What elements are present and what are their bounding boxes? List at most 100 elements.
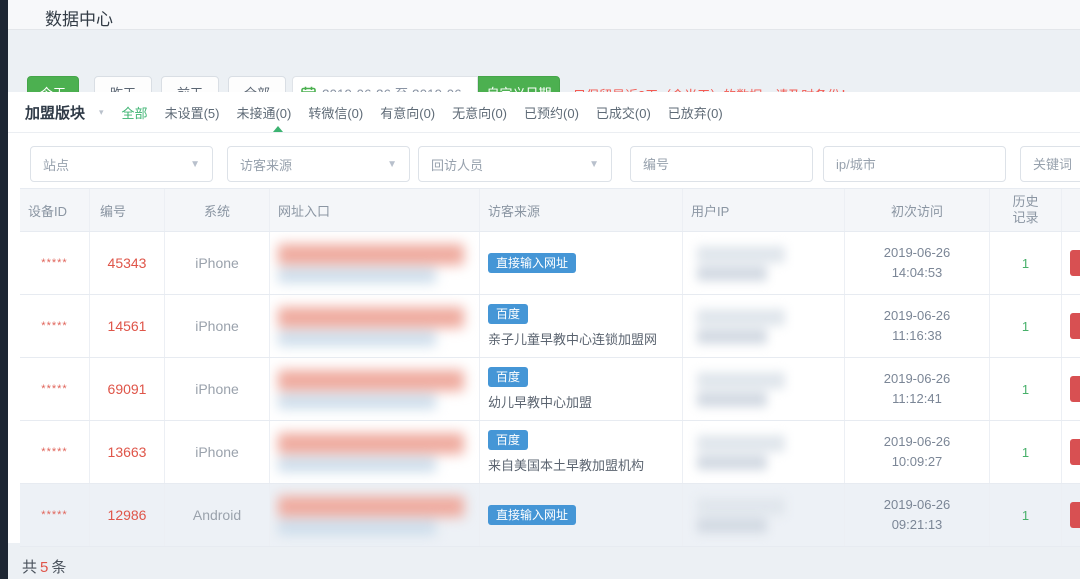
first-visit-time: 2019-06-2609:21:13	[884, 495, 951, 535]
url-entry-cell	[270, 295, 480, 357]
table-row: ***** 12986 Android 直接输入网址 2019-06-2609:21:1…	[20, 484, 1080, 547]
number-filter-input[interactable]	[630, 146, 813, 182]
content-card: 加盟版块 ▾ 全部未设置(5) 未接通(0) 转微信(0) 有意向(0) 无意向(0) 已…	[8, 92, 1080, 543]
table-row: ***** 13663 iPhone 百度来自美国本土早教加盟机构 2019-06-26…	[20, 421, 1080, 484]
action-button-clipped[interactable]	[1070, 502, 1080, 528]
visitor-number: 69091	[108, 381, 147, 397]
device-id-cell: *****	[20, 484, 90, 546]
tab-8[interactable]: 已放弃(0)	[668, 103, 723, 122]
source-tag-badge: 百度	[488, 430, 528, 450]
system-name: iPhone	[195, 444, 239, 460]
url-entry-cell	[270, 358, 480, 420]
status-tabs: 全部未设置(5) 未接通(0) 转微信(0) 有意向(0) 无意向(0) 已预约(0) 已成…	[122, 103, 723, 122]
redacted-url-blur	[278, 244, 464, 283]
visitor-source-filter-label: 访客来源	[240, 155, 292, 174]
section-caret-icon: ▾	[99, 107, 104, 118]
system-name: Android	[193, 507, 241, 523]
visit-time: 10:09:27	[884, 452, 951, 472]
ip-city-filter-input[interactable]	[823, 146, 1006, 182]
source-wrap: 百度幼儿早教中心加盟	[488, 367, 592, 411]
history-count: 1	[1022, 382, 1029, 397]
action-button-clipped[interactable]	[1070, 439, 1080, 465]
column-header-label: 历史记录	[1010, 194, 1042, 227]
number-cell: 69091	[90, 358, 165, 420]
total-count-text: 共5条	[22, 556, 66, 577]
redacted-url-blur	[278, 307, 464, 346]
redacted-url-blur	[278, 370, 464, 409]
user-ip-cell	[683, 232, 845, 294]
history-cell: 1	[990, 358, 1062, 420]
action-cell	[1062, 484, 1080, 546]
column-header-label: 初次访问	[891, 201, 943, 220]
source-wrap: 百度来自美国本土早教加盟机构	[488, 430, 644, 474]
first-visit-cell: 2019-06-2611:16:38	[845, 295, 990, 357]
number-cell: 13663	[90, 421, 165, 483]
keyword-filter-input[interactable]	[1020, 146, 1080, 182]
tab-6[interactable]: 已预约(0)	[524, 103, 579, 122]
redacted-url-blur	[278, 433, 464, 472]
visit-date: 2019-06-26	[884, 243, 951, 263]
device-id-masked: *****	[41, 320, 67, 332]
source-keyword-text: 幼儿早教中心加盟	[488, 392, 592, 411]
tab-2[interactable]: 未接通(0)	[236, 103, 291, 122]
device-id-masked: *****	[41, 509, 67, 521]
history-count: 1	[1022, 445, 1029, 460]
device-id-cell: *****	[20, 295, 90, 357]
action-cell	[1062, 421, 1080, 483]
action-button-clipped[interactable]	[1070, 250, 1080, 276]
history-count: 1	[1022, 319, 1029, 334]
source-keyword-text: 来自美国本土早教加盟机构	[488, 455, 644, 474]
visitor-source-cell: 百度亲子儿童早教中心连锁加盟网	[480, 295, 683, 357]
column-header-label: 系统	[204, 201, 230, 220]
tab-4[interactable]: 有意向(0)	[380, 103, 435, 122]
history-cell: 1	[990, 295, 1062, 357]
redacted-ip-blur	[697, 498, 785, 533]
visit-date: 2019-06-26	[884, 495, 951, 515]
url-entry-cell	[270, 232, 480, 294]
visit-date: 2019-06-26	[884, 306, 951, 326]
action-button-clipped[interactable]	[1070, 313, 1080, 339]
visitors-table: 设备ID编号系统网址入口访客来源用户IP初次访问历史记录 *****45343i…	[20, 188, 1080, 547]
visitor-source-filter-select[interactable]: 访客来源 ▼	[227, 146, 410, 182]
tab-1[interactable]: 未设置(5)	[165, 103, 220, 122]
column-header-1: 编号	[90, 189, 165, 231]
visitor-number: 12986	[108, 507, 147, 523]
table-row: *****45343iPhone直接输入网址2019-06-2614:04:53…	[20, 232, 1080, 295]
history-count: 1	[1022, 508, 1029, 523]
first-visit-cell: 2019-06-2610:09:27	[845, 421, 990, 483]
column-header-label: 用户IP	[691, 201, 729, 220]
device-id-cell: *****	[20, 232, 90, 294]
tab-0[interactable]: 全部	[122, 103, 148, 122]
chevron-down-icon: ▼	[387, 159, 397, 170]
column-header-label: 编号	[100, 201, 126, 220]
tab-5[interactable]: 无意向(0)	[452, 103, 507, 122]
source-keyword-text: 亲子儿童早教中心连锁加盟网	[488, 329, 657, 348]
user-ip-cell	[683, 421, 845, 483]
device-id-masked: *****	[41, 446, 67, 458]
number-cell: 14561	[90, 295, 165, 357]
action-button-clipped[interactable]	[1070, 376, 1080, 402]
redacted-url-blur	[278, 496, 464, 535]
tab-3[interactable]: 转微信(0)	[308, 103, 363, 122]
column-header-action-clipped	[1062, 189, 1080, 231]
visitor-number: 13663	[108, 444, 147, 460]
visitor-source-cell: 直接输入网址	[480, 484, 683, 546]
collapsed-sidebar-strip[interactable]	[0, 0, 8, 579]
visitor-number: 45343	[108, 255, 147, 271]
source-tag-badge: 百度	[488, 304, 528, 324]
filters-row: 站点 ▼ 访客来源 ▼ 回访人员 ▼	[8, 133, 1080, 188]
source-tag-badge: 直接输入网址	[488, 505, 576, 525]
callback-person-filter-select[interactable]: 回访人员 ▼	[418, 146, 612, 182]
column-header-0: 设备ID	[20, 189, 90, 231]
number-cell: 45343	[90, 232, 165, 294]
tab-7[interactable]: 已成交(0)	[596, 103, 651, 122]
history-cell: 1	[990, 232, 1062, 294]
system-name: iPhone	[195, 381, 239, 397]
system-cell: iPhone	[165, 358, 270, 420]
site-filter-select[interactable]: 站点 ▼	[30, 146, 213, 182]
section-title: 加盟版块	[25, 102, 85, 123]
system-name: iPhone	[195, 318, 239, 334]
chevron-down-icon: ▼	[589, 159, 599, 170]
system-cell: Android	[165, 484, 270, 546]
source-wrap: 直接输入网址	[488, 253, 576, 273]
